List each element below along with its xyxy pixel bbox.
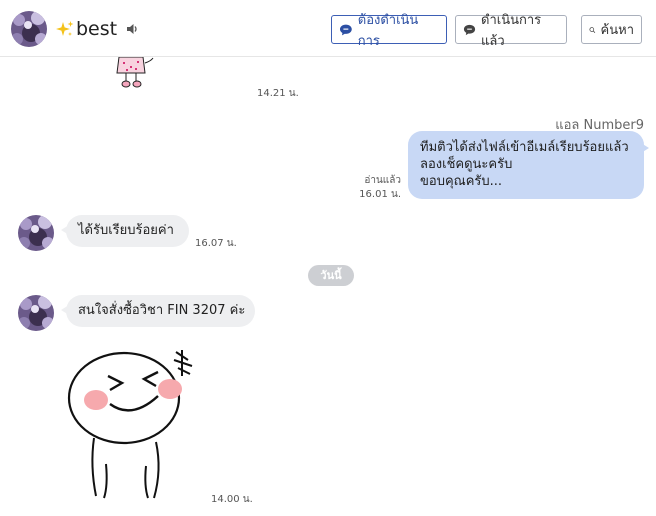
incoming-message-bubble[interactable]: ได้รับเรียบร้อยค่า bbox=[61, 215, 189, 247]
chat-header: best ต้องดำเนินการ ดำเนินการแล้ว ค้นหา bbox=[0, 0, 656, 57]
bubble-tail bbox=[641, 143, 649, 153]
message-line: ขอบคุณครับ... bbox=[420, 174, 503, 189]
bubble-tail bbox=[61, 305, 69, 315]
sticker-image-partial[interactable] bbox=[107, 57, 155, 89]
sticker-image[interactable] bbox=[66, 346, 196, 502]
chat-title: best bbox=[55, 16, 139, 42]
read-status: อ่านแล้ว bbox=[364, 175, 401, 186]
outgoing-message-bubble[interactable]: ทีมติวได้ส่งไฟล์เข้าอีเมล์เรียบร้อยแล้ว … bbox=[408, 131, 649, 199]
message-time: 14.21 น. bbox=[257, 88, 299, 99]
search-icon bbox=[589, 26, 596, 33]
done-label: ดำเนินการแล้ว bbox=[481, 12, 542, 49]
message-text: ได้รับเรียบร้อยค่า bbox=[78, 223, 174, 238]
search-button[interactable]: ค้นหา bbox=[581, 15, 642, 44]
message-line: ลองเช็คดูนะครับ bbox=[420, 157, 513, 172]
sparkle-icon bbox=[56, 21, 74, 36]
todo-button[interactable]: ต้องดำเนินการ bbox=[331, 13, 447, 49]
message-time: 16.07 น. bbox=[195, 238, 237, 249]
done-button[interactable]: ดำเนินการแล้ว bbox=[455, 13, 567, 49]
message-time: 14.00 น. bbox=[211, 494, 253, 505]
date-separator: วันนี้ bbox=[308, 265, 354, 286]
message-text: สนใจสั่งซื้อวิชา FIN 3207 ค่ะ bbox=[78, 303, 246, 318]
incoming-message-bubble[interactable]: สนใจสั่งซื้อวิชา FIN 3207 ค่ะ bbox=[61, 295, 255, 327]
speaker-icon[interactable] bbox=[125, 22, 139, 36]
chat-title-text: best bbox=[76, 18, 118, 40]
contact-avatar[interactable] bbox=[11, 11, 47, 47]
search-label: ค้นหา bbox=[600, 23, 634, 38]
message-time: 16.01 น. bbox=[359, 189, 401, 200]
chat-bubble-icon bbox=[339, 24, 352, 35]
todo-label: ต้องดำเนินการ bbox=[357, 12, 419, 49]
message-line: ทีมติวได้ส่งไฟล์เข้าอีเมล์เรียบร้อยแล้ว bbox=[420, 140, 629, 155]
contact-avatar[interactable] bbox=[18, 215, 54, 251]
bubble-tail bbox=[61, 225, 69, 235]
contact-avatar[interactable] bbox=[18, 295, 54, 331]
chat-bubble-icon bbox=[463, 24, 476, 35]
